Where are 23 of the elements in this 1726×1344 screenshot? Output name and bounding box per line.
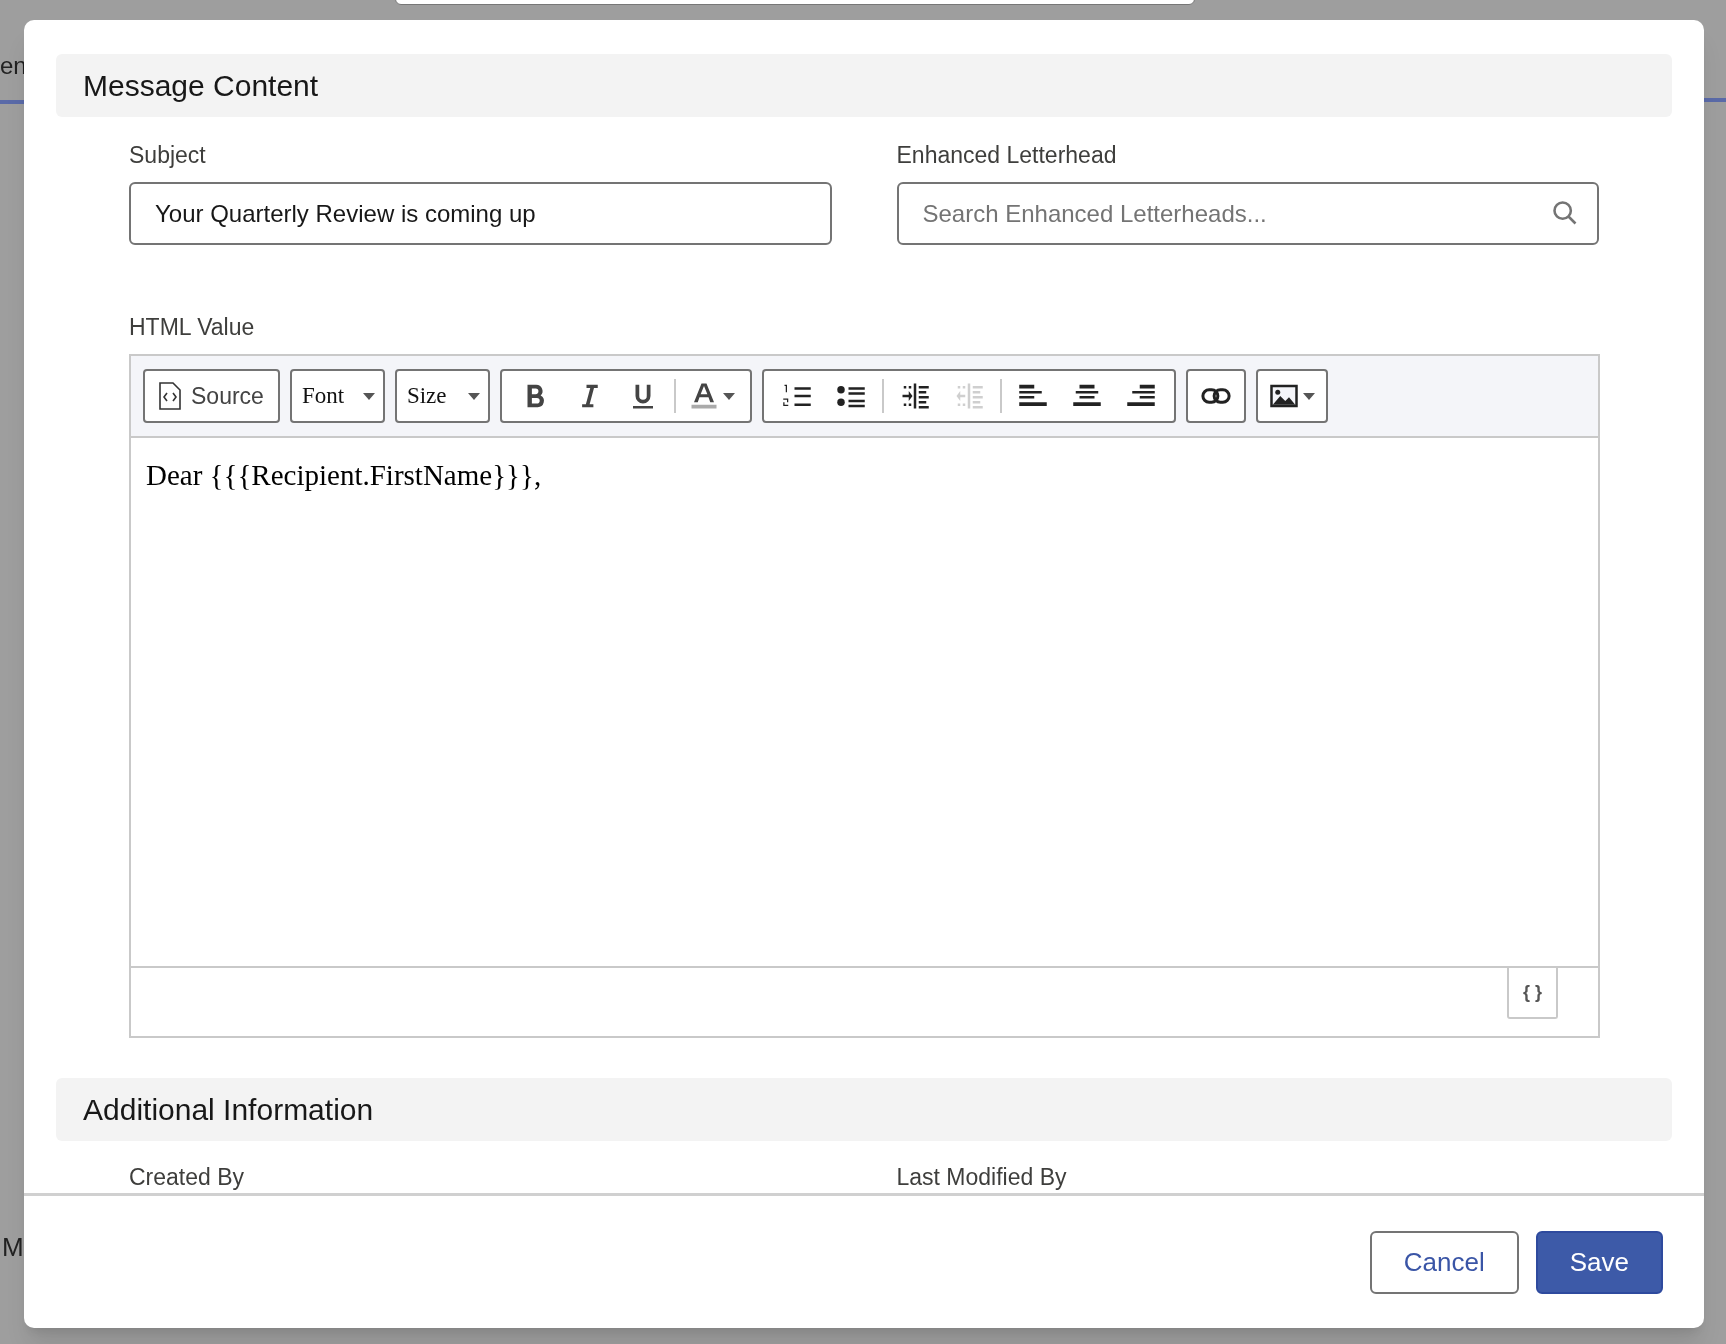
source-icon <box>159 382 181 410</box>
source-button[interactable]: Source <box>143 369 280 423</box>
subject-input[interactable]: Your Quarterly Review is coming up <box>129 182 832 245</box>
caret-icon <box>1302 392 1315 400</box>
caret-icon <box>467 392 480 400</box>
field-label: Created By <box>129 1164 245 1190</box>
cancel-button[interactable]: Cancel <box>1369 1230 1519 1294</box>
field-label: Enhanced Letterhead <box>896 141 1118 170</box>
editor-text: Dear {{{Recipient.FirstName}}}, <box>146 458 543 493</box>
caret-icon <box>362 392 375 400</box>
size-dropdown[interactable]: Size <box>394 369 490 423</box>
background-text: M <box>2 1231 24 1264</box>
save-button[interactable]: Save <box>1535 1230 1663 1294</box>
section-title: Additional Information <box>83 1092 374 1128</box>
search-field[interactable]: Search Enhanced Letterheads... <box>896 182 1599 245</box>
field-label: Subject <box>129 141 207 170</box>
font-dropdown[interactable]: Font <box>289 369 385 423</box>
merge-field-button[interactable]: { } <box>1507 968 1558 1019</box>
section-title: Message Content <box>83 68 319 104</box>
caret-icon <box>722 392 735 400</box>
search-icon[interactable] <box>1551 199 1579 227</box>
field-label: Last Modified By <box>896 1164 1067 1190</box>
field-label: HTML Value <box>129 313 256 342</box>
